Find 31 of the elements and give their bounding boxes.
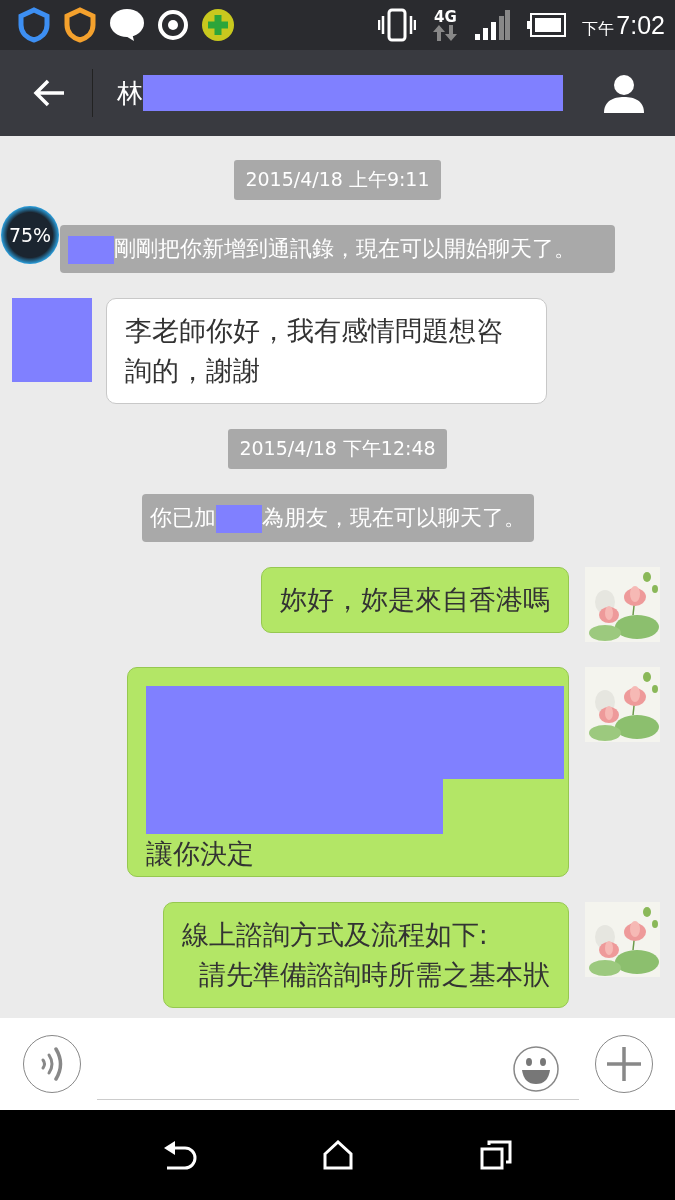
back-icon[interactable] — [163, 1140, 198, 1170]
timestamp: 2015/4/18 下午12:48 — [228, 429, 447, 469]
message-text: 妳好，妳是來自香港嗎 — [280, 583, 550, 617]
plus-badge-icon — [200, 7, 236, 43]
signal-icon — [474, 10, 511, 40]
timestamp: 2015/4/18 上午9:11 — [234, 160, 441, 200]
message-text: 李老師你好，我有感情問題想咨詢的，謝謝 — [125, 315, 503, 386]
redaction-block — [68, 236, 114, 264]
system-text: 你已加 — [149, 505, 216, 530]
shield-icon — [62, 7, 98, 43]
home-icon[interactable] — [323, 1140, 354, 1170]
data-arrows-icon — [432, 24, 459, 41]
battery-widget[interactable]: 75% — [1, 206, 59, 264]
target-icon — [156, 8, 190, 42]
plus-icon — [604, 1044, 644, 1084]
message-text: 線上諮詢方式及流程如下: 請先準備諮詢時所需之基本狀 — [181, 918, 550, 992]
status-period: 下午 — [582, 18, 615, 40]
system-text: 剛剛把你新增到通訊錄，現在可以開始聊天了。 — [114, 236, 576, 261]
person-icon[interactable] — [603, 72, 645, 114]
emoji-icon[interactable] — [513, 1045, 559, 1092]
chat-bubble-icon — [108, 7, 146, 43]
redaction-block — [215, 505, 262, 533]
shield-icon — [16, 7, 52, 43]
chat-title: 林 — [117, 76, 143, 110]
system-text: 為朋友，現在可以聊天了。 — [261, 505, 526, 530]
vibrate-icon — [378, 8, 417, 42]
back-arrow-icon — [32, 78, 66, 108]
status-time: 7:02 — [616, 10, 665, 40]
battery-icon — [526, 13, 567, 37]
network-label: 4G — [433, 9, 457, 25]
recent-apps-icon[interactable] — [479, 1140, 512, 1170]
